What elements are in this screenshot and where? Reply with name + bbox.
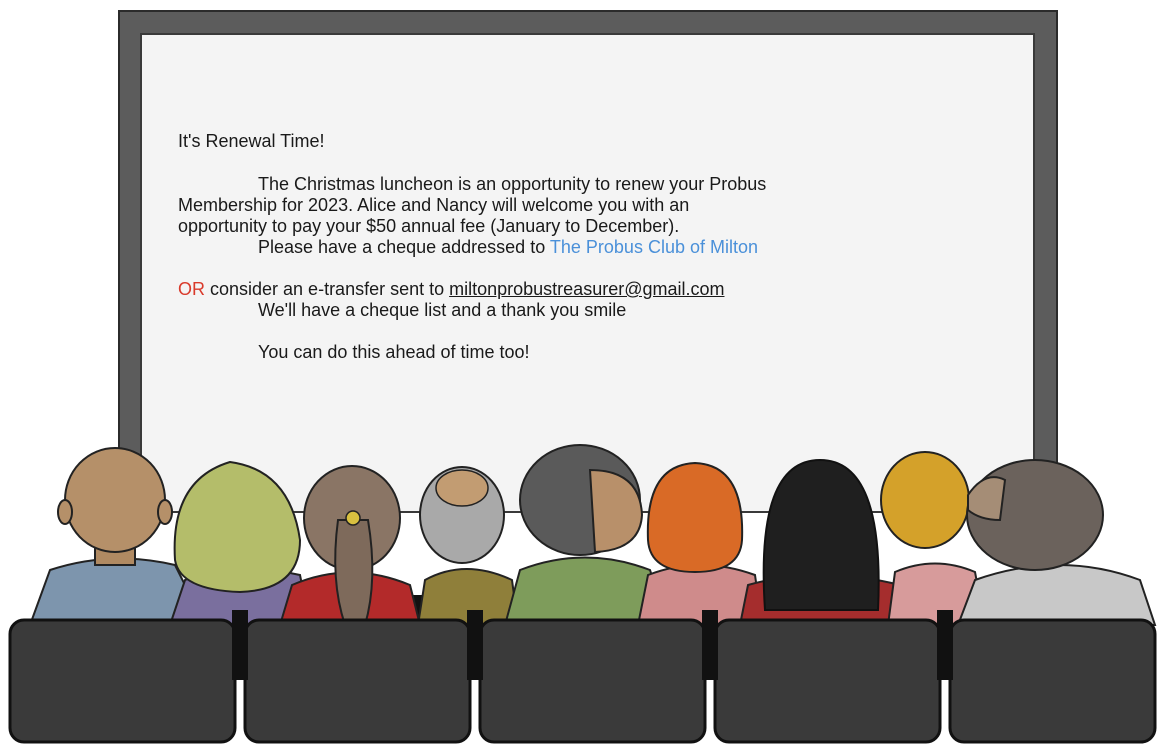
person-grey-hair-plaid (416, 466, 520, 626)
audience-illustration (8, 444, 1157, 744)
person-grey-hair-light-shirt (956, 459, 1157, 626)
person-orange-hair (636, 461, 764, 626)
theater-seats (8, 610, 1157, 744)
cinema-scene: It's Renewal Time! The Christmas luncheo… (0, 0, 1158, 747)
person-long-black-hair (738, 458, 907, 626)
person-ponytail-red-top (278, 465, 422, 626)
